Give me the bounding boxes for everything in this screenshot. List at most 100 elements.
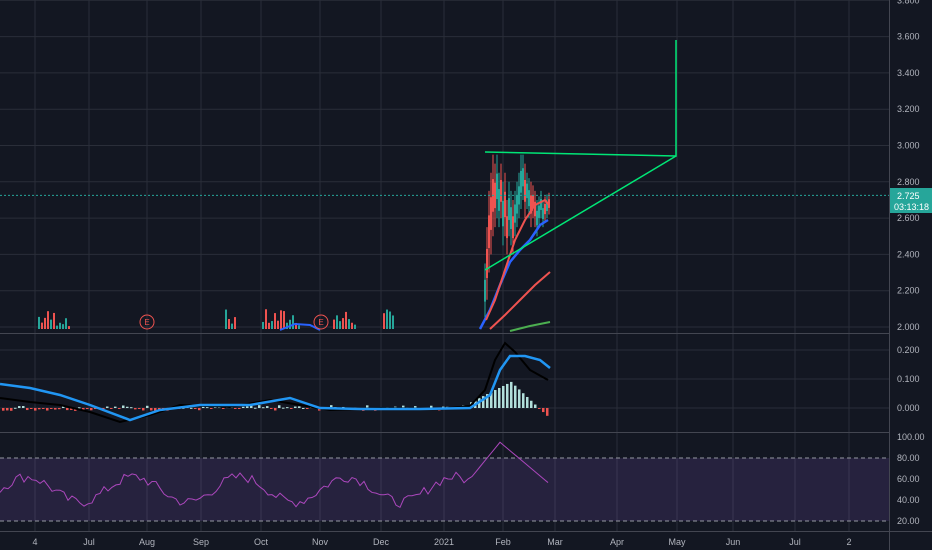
macd-histogram-bar xyxy=(106,406,109,408)
candle xyxy=(494,182,496,209)
candle xyxy=(280,310,282,329)
macd-histogram-bar xyxy=(58,408,61,410)
macd-histogram-bar xyxy=(118,408,121,409)
price-tick-label: 3.000 xyxy=(897,141,920,151)
candle xyxy=(225,309,227,329)
grid-lines xyxy=(0,0,890,531)
macd-histogram-bar xyxy=(42,408,45,409)
candle xyxy=(231,323,233,329)
macd-histogram-bar xyxy=(526,396,529,408)
candle xyxy=(283,311,285,329)
macd-histogram-bar xyxy=(282,407,285,409)
candle xyxy=(389,311,391,329)
candle xyxy=(333,319,335,329)
candle xyxy=(486,248,488,278)
macd-histogram-bar xyxy=(278,405,281,408)
macd-histogram-bar xyxy=(494,390,497,408)
macd-histogram-bar xyxy=(522,393,525,408)
macd-histogram-bar xyxy=(546,408,549,416)
candle xyxy=(392,315,394,329)
price-badges: 2.72503:13:18 xyxy=(890,188,932,213)
candle xyxy=(351,322,353,329)
macd-histogram-bar xyxy=(2,408,5,411)
candle xyxy=(274,313,276,329)
macd-histogram-bar xyxy=(54,408,57,410)
candle xyxy=(386,309,388,329)
price-tick-label: 3.200 xyxy=(897,104,920,114)
macd-histogram-bar xyxy=(138,408,141,409)
macd-histogram-bar xyxy=(26,408,29,411)
time-tick-label: 4 xyxy=(32,537,37,547)
drawing-line-bottom xyxy=(484,155,677,271)
macd-histogram-bar xyxy=(66,408,69,411)
macd-histogram-bar xyxy=(242,406,245,408)
macd-histogram-bar xyxy=(542,408,545,413)
macd-histogram-bar xyxy=(538,408,541,409)
time-tick-label: Aug xyxy=(139,537,155,547)
candle xyxy=(500,179,502,202)
ma-long-line xyxy=(489,271,551,330)
macd-histogram-bar xyxy=(502,385,505,408)
stock-chart[interactable]: 2.000 2.200 2.400 2.600 2.800 3.000 3.200 3.400… xyxy=(0,0,932,550)
candle xyxy=(510,207,512,229)
candle xyxy=(262,321,264,329)
macd-histogram-bar xyxy=(78,407,81,409)
macd-histogram-bar xyxy=(210,408,213,409)
price-tick-label: 2.000 xyxy=(897,322,920,332)
candle xyxy=(38,316,40,329)
time-tick-label: May xyxy=(668,537,686,547)
candle xyxy=(298,325,300,329)
macd-tick-label: 0.100 xyxy=(897,374,920,384)
macd-histogram-bar xyxy=(86,408,89,409)
candle xyxy=(498,189,500,211)
earnings-label: E xyxy=(318,318,323,327)
drawing-line-top xyxy=(484,40,677,157)
time-tick-label: Mar xyxy=(547,537,563,547)
macd-histogram-bar xyxy=(22,406,25,408)
macd-histogram-bar xyxy=(38,408,41,410)
macd-histogram-bar xyxy=(50,408,53,409)
macd-histogram-bar xyxy=(266,406,269,408)
time-tick-label: Nov xyxy=(312,537,329,547)
price-tick-label: 2.400 xyxy=(897,249,920,259)
last-price-value: 2.725 xyxy=(897,191,920,201)
candle xyxy=(522,168,524,187)
time-tick-label: Jun xyxy=(726,537,741,547)
price-tick-label: 2.800 xyxy=(897,177,920,187)
candle xyxy=(484,279,486,302)
candle xyxy=(339,321,341,329)
candle xyxy=(516,195,518,214)
candle xyxy=(41,322,43,329)
rsi-tick-label: 80.00 xyxy=(897,453,920,463)
candle xyxy=(56,325,58,329)
candle xyxy=(526,183,528,199)
candle xyxy=(292,315,294,329)
macd-histogram-bar xyxy=(46,408,49,411)
candle xyxy=(65,318,67,329)
macd-histogram-bar xyxy=(126,406,129,408)
candle xyxy=(383,313,385,329)
candle xyxy=(520,170,522,193)
time-tick-label: Oct xyxy=(254,537,269,547)
macd-histogram-bar xyxy=(190,407,193,409)
macd-histogram-bar xyxy=(234,408,237,409)
rsi-tick-label: 40.00 xyxy=(897,495,920,505)
candle xyxy=(348,319,350,329)
macd-histogram-bar xyxy=(150,408,153,411)
macd-histogram-bar xyxy=(246,406,249,408)
time-tick-label: 2021 xyxy=(434,537,454,547)
time-tick-label: 2 xyxy=(846,537,851,547)
price-tick-label: 3.400 xyxy=(897,68,920,78)
time-tick-label: Apr xyxy=(610,537,624,547)
macd-histogram-bar xyxy=(270,408,273,409)
candle xyxy=(514,204,516,223)
rsi-tick-label: 20.00 xyxy=(897,516,920,526)
candle xyxy=(47,311,49,329)
macd-histogram-bar xyxy=(510,381,513,408)
macd-histogram-bar xyxy=(254,407,257,409)
macd-histogram-bar xyxy=(146,405,149,408)
candle xyxy=(68,326,70,329)
macd-histogram-bar xyxy=(306,408,309,409)
candle xyxy=(488,215,490,249)
candle xyxy=(508,198,510,220)
